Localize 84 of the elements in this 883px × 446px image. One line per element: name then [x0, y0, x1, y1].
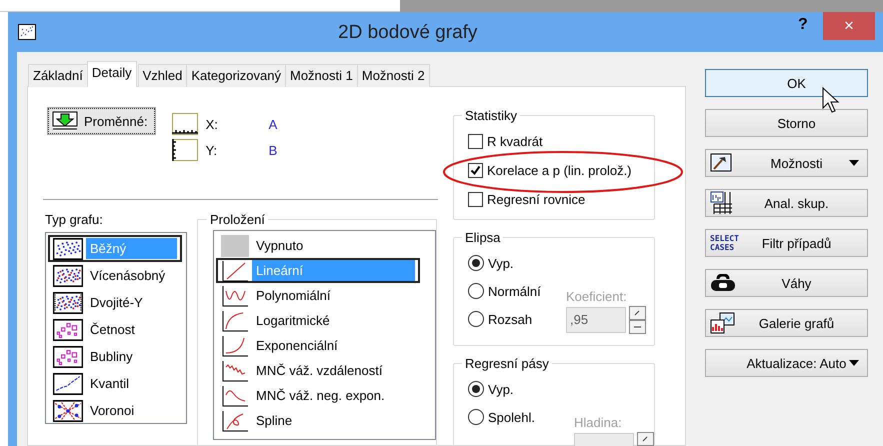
- field-label: Koeficient:: [566, 289, 628, 304]
- radio-button[interactable]: [468, 311, 484, 327]
- weight-icon: [710, 274, 736, 292]
- loop-curve-icon: [221, 410, 249, 432]
- tab[interactable]: Detaily: [86, 61, 137, 87]
- wavy-curve-icon: [221, 360, 249, 382]
- list-item[interactable]: Polynomiální: [216, 283, 420, 308]
- tab[interactable]: Možnosti 2: [356, 64, 430, 87]
- help-button[interactable]: ?: [798, 16, 808, 34]
- axis-label: Y:: [206, 142, 218, 158]
- list-item[interactable]: Spline: [216, 408, 420, 433]
- radio-label[interactable]: Spolehl.: [488, 410, 535, 424]
- hammer-picture-icon: [710, 153, 732, 173]
- list-item[interactable]: Exponenciální: [216, 333, 420, 358]
- close-button[interactable]: ×: [823, 12, 875, 40]
- tab[interactable]: Základní: [28, 64, 88, 87]
- radio-button[interactable]: [468, 283, 484, 299]
- chart-gallery-icon: [710, 312, 736, 334]
- x-axis-icon: [172, 113, 198, 135]
- list-item[interactable]: MNČ váž. neg. expon.: [216, 383, 420, 408]
- button[interactable]: SELECT CASES Filtr případů: [705, 229, 868, 257]
- checkbox[interactable]: [468, 192, 483, 207]
- group-title: Elipsa: [464, 230, 502, 245]
- checkbox[interactable]: [468, 163, 483, 178]
- group-title: Statistiky: [464, 108, 518, 123]
- icon-caption: SELECT CASES: [710, 234, 739, 252]
- line-plot-icon: [53, 372, 83, 394]
- list-item[interactable]: Voronoi: [48, 397, 182, 424]
- variable-name: B: [268, 142, 278, 158]
- button[interactable]: Anal. skup.: [705, 189, 868, 217]
- scatter-plot-icon: [18, 24, 36, 40]
- scatter-dots-icon: [53, 238, 83, 260]
- list-label: Typ grafu:: [45, 212, 104, 227]
- tab[interactable]: Možnosti 1: [285, 64, 358, 87]
- window-title: 2D bodové grafy: [338, 22, 478, 44]
- radio-button[interactable]: [468, 409, 484, 425]
- scatter-dots-icon: [53, 264, 83, 286]
- group-title: Regresní pásy: [464, 356, 550, 371]
- checkbox-label[interactable]: Regresní rovnice: [487, 192, 586, 207]
- scatter-dots-icon: [53, 292, 83, 314]
- radio-label[interactable]: Rozsah: [488, 312, 532, 326]
- radio-button[interactable]: [468, 255, 484, 271]
- list-item[interactable]: Kvantil: [48, 370, 182, 397]
- radio-label[interactable]: Vyp.: [488, 256, 514, 270]
- rising-curve-icon: [221, 310, 249, 332]
- radio-label[interactable]: Normální: [488, 284, 541, 298]
- tab[interactable]: Kategorizovaný: [186, 64, 286, 87]
- list-item[interactable]: Vícenásobný: [48, 262, 182, 289]
- list-item[interactable]: Bubliny: [48, 343, 182, 370]
- checkbox-label[interactable]: Korelace a p (lin. prolož.): [487, 163, 632, 178]
- variable-name: A: [268, 116, 278, 132]
- variables-button[interactable]: Proměnné:: [48, 108, 155, 134]
- download-arrow-icon: [52, 111, 78, 131]
- hump-curve-icon: [221, 384, 249, 406]
- checkbox-label[interactable]: R kvadrát: [487, 134, 543, 149]
- dropdown-button[interactable]: Aktualizace: Auto: [705, 349, 868, 377]
- y-axis-icon: [172, 139, 198, 161]
- axis-label: X:: [206, 116, 219, 132]
- list-item[interactable]: Dvojité-Y: [48, 289, 182, 316]
- blank-square-icon: [221, 234, 249, 256]
- linear-line-icon: [221, 260, 249, 282]
- voronoi-icon: [53, 400, 83, 422]
- radio-button[interactable]: [468, 381, 484, 397]
- field-label: Hladina:: [574, 415, 623, 430]
- checkbox[interactable]: [468, 134, 483, 149]
- squares-icon: [53, 346, 83, 368]
- rising-curve-icon: [221, 334, 249, 356]
- list-item[interactable]: Vypnuto: [216, 233, 420, 258]
- tab[interactable]: Vzhled: [138, 64, 188, 87]
- dropdown-button[interactable]: Možnosti: [705, 149, 868, 177]
- button[interactable]: Storno: [705, 109, 868, 137]
- group-title: Proložení: [209, 212, 266, 227]
- button[interactable]: Váhy: [705, 269, 868, 297]
- wave-curve-icon: [221, 284, 249, 306]
- button[interactable]: Galerie grafů: [705, 309, 868, 337]
- radio-label[interactable]: Vyp.: [488, 382, 514, 396]
- mouse-pointer-icon: [822, 86, 840, 113]
- squares-icon: [53, 318, 83, 340]
- list-item[interactable]: MNČ váž. vzdáleností: [216, 358, 420, 383]
- list-item[interactable]: Četnost: [48, 316, 182, 343]
- button[interactable]: OK: [705, 69, 868, 97]
- list-item[interactable]: Logaritmické: [216, 308, 420, 333]
- spinner-icon[interactable]: [629, 306, 646, 334]
- table-icon: [710, 191, 732, 215]
